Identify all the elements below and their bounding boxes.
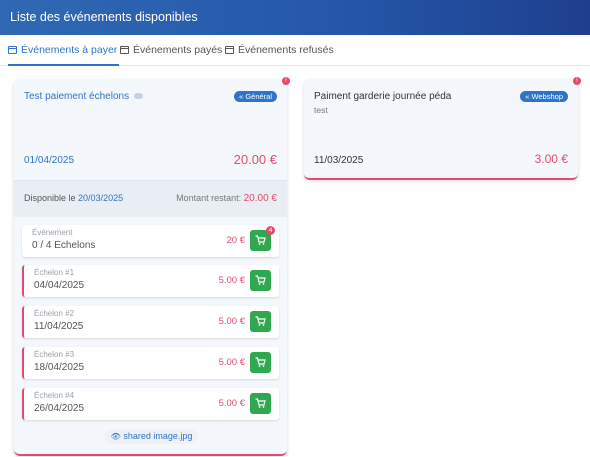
event-date: 11/03/2025 bbox=[314, 155, 364, 166]
add-to-cart-button[interactable] bbox=[250, 270, 271, 291]
cart-icon bbox=[255, 275, 266, 285]
tab-events-paid[interactable]: Événements payés bbox=[120, 35, 222, 65]
category-badge: « Webshop bbox=[520, 91, 568, 102]
availability-bar: Disponible le 20/03/2025 Montant restant… bbox=[14, 180, 287, 217]
event-title[interactable]: Paiment garderie journée péda bbox=[314, 91, 451, 102]
cart-icon bbox=[255, 398, 266, 408]
cart-icon bbox=[255, 316, 266, 326]
add-to-cart-button[interactable] bbox=[250, 393, 271, 414]
tab-bar: Événements à payer Événements payés Évén… bbox=[0, 35, 590, 66]
available-label: Disponible le bbox=[24, 193, 76, 203]
step-row: Échelon #4 26/04/2025 5.00 € bbox=[22, 388, 279, 420]
remaining-value: 20.00 € bbox=[243, 193, 277, 204]
cart-icon bbox=[255, 235, 266, 245]
attachment-link[interactable]: 👁 shared image.jpg bbox=[105, 429, 198, 444]
alert-dot: ! bbox=[573, 77, 581, 85]
eye-icon bbox=[133, 93, 143, 100]
add-to-cart-button[interactable] bbox=[250, 352, 271, 373]
available-date: 20/03/2025 bbox=[78, 193, 124, 203]
event-title[interactable]: Test paiement échelons bbox=[24, 91, 143, 102]
event-price: 20.00 € bbox=[233, 152, 277, 167]
page-header: Liste des événements disponibles bbox=[0, 0, 590, 35]
page-title: Liste des événements disponibles bbox=[10, 10, 198, 24]
step-row: Échelon #1 04/04/2025 5.00 € bbox=[22, 265, 279, 297]
category-badge: « Général bbox=[234, 91, 277, 102]
tab-events-refused[interactable]: Événements refusés bbox=[225, 35, 334, 65]
eye-icon: 👁 bbox=[110, 432, 121, 441]
step-row: Échelon #3 18/04/2025 5.00 € bbox=[22, 347, 279, 379]
event-subtitle: test bbox=[314, 105, 328, 115]
event-price: 3.00 € bbox=[534, 152, 568, 166]
calendar-icon bbox=[225, 46, 234, 54]
calendar-icon bbox=[8, 46, 17, 54]
step-row: Échelon #2 11/04/2025 5.00 € bbox=[22, 306, 279, 338]
event-date: 01/04/2025 bbox=[24, 155, 75, 166]
event-total-row: Événement 0 / 4 Echelons 20 € 4 bbox=[22, 225, 279, 257]
alert-dot: ! bbox=[282, 77, 290, 85]
cart-icon bbox=[255, 357, 266, 367]
tab-events-to-pay[interactable]: Événements à payer bbox=[8, 35, 120, 66]
event-card-garderie[interactable]: ! Paiment garderie journée péda « Websho… bbox=[304, 77, 581, 180]
calendar-icon bbox=[120, 46, 129, 54]
cart-count-badge: 4 bbox=[266, 226, 275, 235]
add-to-cart-button[interactable] bbox=[250, 311, 271, 332]
add-to-cart-button[interactable]: 4 bbox=[250, 226, 275, 251]
remaining-label: Montant restant: bbox=[176, 193, 242, 203]
